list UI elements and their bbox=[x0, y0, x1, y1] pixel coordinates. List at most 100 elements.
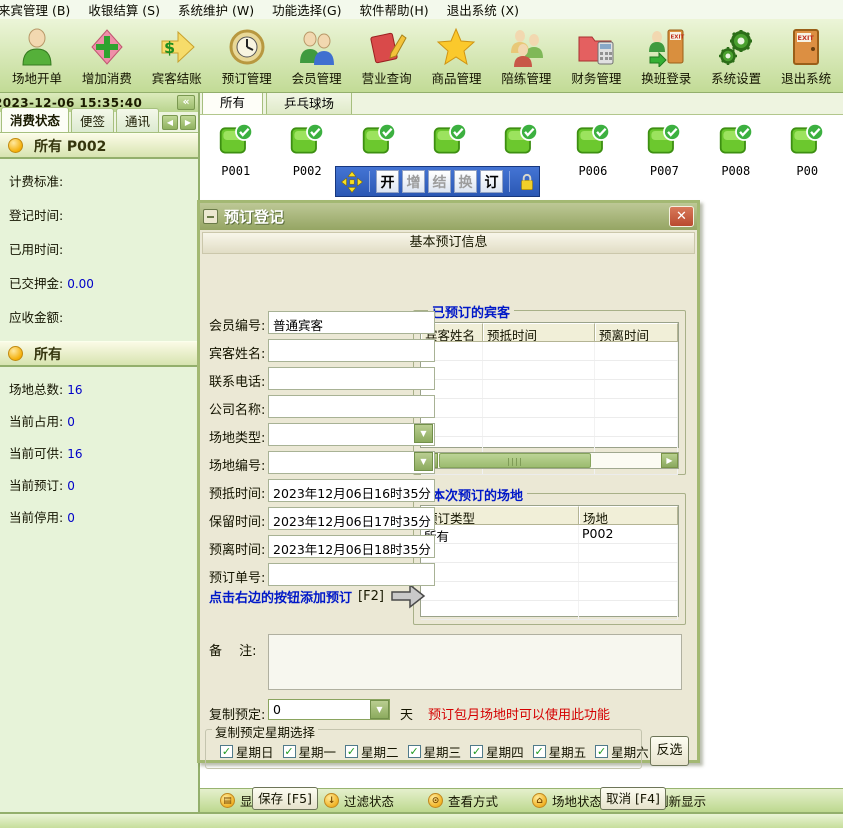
field-label: 计费标准: bbox=[9, 174, 63, 189]
toolbar-button[interactable]: 会员管理 bbox=[282, 21, 352, 92]
table-row[interactable]: 所有P002 bbox=[421, 525, 678, 544]
menu-item[interactable]: 系统维护 (W) bbox=[169, 0, 263, 20]
field-row: 当前预订:0 bbox=[9, 475, 198, 494]
menu-item[interactable]: 收银结算 (S) bbox=[79, 0, 169, 20]
checkbox-checked-icon[interactable]: ✓ bbox=[220, 745, 233, 758]
menu-item[interactable]: 软件帮助(H) bbox=[351, 0, 438, 20]
orange-ball-icon bbox=[8, 138, 23, 153]
venue-item[interactable]: P008 bbox=[700, 122, 771, 178]
chevron-down-icon[interactable]: ▼ bbox=[414, 424, 433, 443]
checkbox-checked-icon[interactable]: ✓ bbox=[283, 745, 296, 758]
form-field-input[interactable]: 2023年12月06日16时35分 bbox=[268, 479, 435, 502]
field-row: 场地总数:16 bbox=[9, 379, 198, 398]
person-icon bbox=[17, 27, 57, 67]
venue-item[interactable]: P00 bbox=[772, 122, 843, 178]
form-field-input[interactable] bbox=[268, 563, 435, 586]
chevron-down-icon[interactable]: ▼ bbox=[370, 700, 389, 719]
form-field-input[interactable] bbox=[268, 395, 435, 418]
toolbar-button[interactable]: 陪练管理 bbox=[491, 21, 561, 92]
toolbar-button[interactable]: EXIT退出系统 bbox=[771, 21, 841, 92]
sidebar-tab[interactable]: 消费状态 bbox=[1, 107, 69, 132]
menu-item[interactable]: 功能选择(G) bbox=[263, 0, 350, 20]
weekday-checkbox[interactable]: ✓星期一 bbox=[283, 742, 337, 761]
toolbar-button[interactable]: 营业查询 bbox=[352, 21, 422, 92]
form-field-input[interactable]: 2023年12月06日18时35分 bbox=[268, 535, 435, 558]
venue-item[interactable]: P006 bbox=[557, 122, 628, 178]
table-row bbox=[421, 563, 678, 582]
toolbar-button-label: 系统设置 bbox=[711, 68, 761, 87]
form-field-input[interactable] bbox=[268, 423, 435, 446]
venue-action-button[interactable]: 换 bbox=[454, 170, 477, 193]
invert-selection-button[interactable]: 反选 bbox=[650, 736, 689, 766]
checkbox-checked-icon[interactable]: ✓ bbox=[408, 745, 421, 758]
add-consume-icon bbox=[87, 27, 127, 67]
move-icon[interactable] bbox=[341, 171, 363, 193]
field-label: 当前预订: bbox=[9, 478, 63, 493]
toolbar-button[interactable]: 商品管理 bbox=[422, 21, 492, 92]
venue-action-button[interactable]: 开 bbox=[376, 170, 399, 193]
chevron-down-icon[interactable]: ▼ bbox=[414, 452, 433, 471]
remark-textarea[interactable] bbox=[268, 634, 682, 690]
weekday-checkbox[interactable]: ✓星期日 bbox=[220, 742, 274, 761]
weekday-checkbox[interactable]: ✓星期二 bbox=[345, 742, 399, 761]
cancel-button[interactable]: 取消 [F4] bbox=[600, 787, 666, 810]
venue-item[interactable]: P001 bbox=[200, 122, 271, 178]
scrollbar-thumb[interactable] bbox=[439, 453, 591, 468]
toolbar-button[interactable]: 系统设置 bbox=[701, 21, 771, 92]
sidebar-collapse-button[interactable]: « bbox=[177, 95, 195, 110]
dialog-title: 预订登记 bbox=[224, 206, 669, 227]
toolbar-button-label: 商品管理 bbox=[431, 68, 481, 87]
venue-category-tab[interactable]: 乒乓球场 bbox=[266, 93, 352, 114]
menu-item[interactable]: 退出系统 (X) bbox=[438, 0, 528, 20]
toolbar-button[interactable]: $宾客结账 bbox=[142, 21, 212, 92]
weekday-checkbox[interactable]: ✓星期三 bbox=[408, 742, 462, 761]
lock-icon[interactable] bbox=[516, 171, 534, 193]
tab-scroll-left-icon[interactable]: ◀ bbox=[162, 115, 178, 130]
dialog-title-bar[interactable]: 预订登记 ✕ bbox=[200, 203, 697, 230]
weekday-checkbox[interactable]: ✓星期四 bbox=[470, 742, 524, 761]
copy-weekday-group-title: 复制预定星期选择 bbox=[212, 722, 318, 741]
venue-ok-icon bbox=[646, 122, 682, 162]
weekday-checkbox[interactable]: ✓星期五 bbox=[533, 742, 587, 761]
toolbar-button[interactable]: 预订管理 bbox=[212, 21, 282, 92]
form-field-input[interactable] bbox=[268, 339, 435, 362]
save-button[interactable]: 保存 [F5] bbox=[252, 787, 318, 810]
scroll-right-icon[interactable]: ▶ bbox=[661, 453, 678, 468]
toolbar-button[interactable]: 财务管理 bbox=[561, 21, 631, 92]
sidebar-tab[interactable]: 便签 bbox=[71, 108, 114, 132]
weekday-checkbox[interactable]: ✓星期六 bbox=[595, 742, 649, 761]
venue-action-button[interactable]: 订 bbox=[480, 170, 503, 193]
dialog-system-icon[interactable] bbox=[203, 209, 218, 224]
form-field-input[interactable]: 普通宾客 bbox=[268, 311, 435, 334]
toolbar-button[interactable]: EXIT换班登录 bbox=[631, 21, 701, 92]
trainers-icon bbox=[506, 27, 546, 67]
field-label: 已交押金: bbox=[9, 276, 63, 291]
toolbar-button[interactable]: 场地开单 bbox=[2, 21, 72, 92]
menu-item[interactable]: 来宾管理 (B) bbox=[0, 0, 79, 20]
table-column-header: 预订类型 bbox=[421, 506, 579, 524]
checkbox-checked-icon[interactable]: ✓ bbox=[533, 745, 546, 758]
copy-days-select[interactable]: 0 ▼ bbox=[268, 699, 390, 720]
form-field-input[interactable] bbox=[268, 451, 435, 474]
venue-action-button[interactable]: 增 bbox=[402, 170, 425, 193]
svg-text:$: $ bbox=[164, 38, 175, 57]
venue-action-button[interactable]: 结 bbox=[428, 170, 451, 193]
table-cell bbox=[579, 544, 678, 562]
table-cell bbox=[483, 399, 595, 417]
close-icon[interactable]: ✕ bbox=[669, 206, 694, 227]
copy-days-value: 0 bbox=[273, 702, 281, 717]
venue-item[interactable]: P002 bbox=[271, 122, 342, 178]
form-field-input[interactable] bbox=[268, 367, 435, 390]
toolbar-button[interactable]: 增加消费 bbox=[72, 21, 142, 92]
venue-category-tab[interactable]: 所有 bbox=[202, 93, 263, 114]
sidebar-tab[interactable]: 通讯 bbox=[116, 108, 159, 132]
venue-item[interactable]: P007 bbox=[629, 122, 700, 178]
checkbox-checked-icon[interactable]: ✓ bbox=[470, 745, 483, 758]
tab-scroll-right-icon[interactable]: ▶ bbox=[180, 115, 196, 130]
add-reservation-arrow-button[interactable] bbox=[390, 583, 426, 609]
checkbox-checked-icon[interactable]: ✓ bbox=[345, 745, 358, 758]
checkbox-checked-icon[interactable]: ✓ bbox=[595, 745, 608, 758]
table-cell bbox=[579, 563, 678, 581]
scrollbar-track[interactable] bbox=[591, 453, 661, 468]
form-field-input[interactable]: 2023年12月06日17时35分 bbox=[268, 507, 435, 530]
